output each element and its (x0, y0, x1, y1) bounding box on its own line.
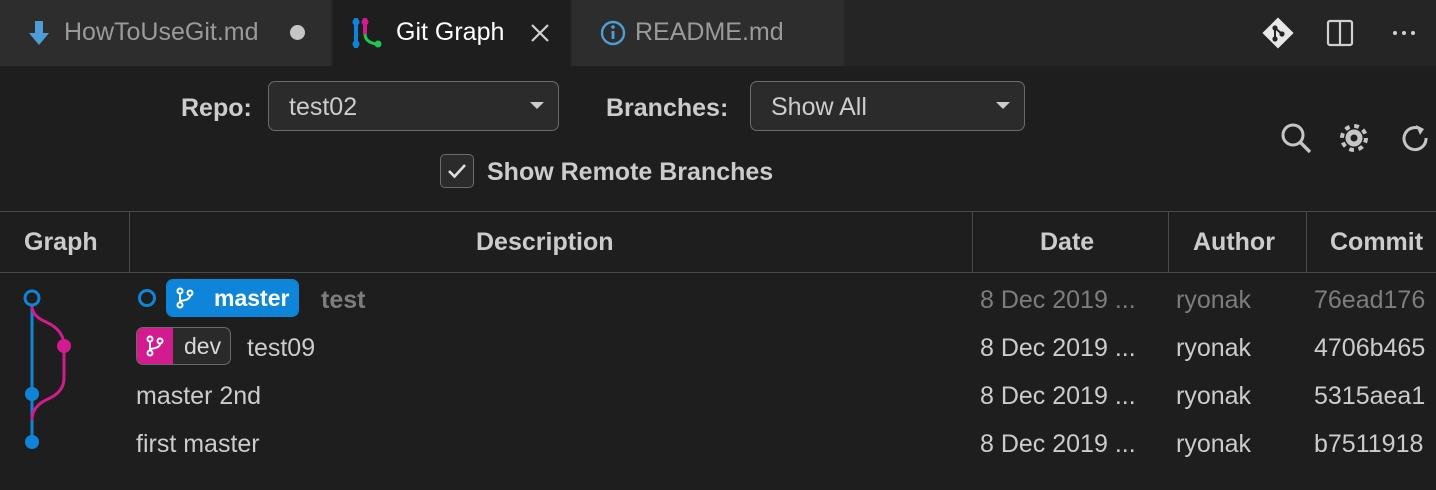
branches-label: Branches: (606, 94, 729, 122)
commit-description[interactable]: test09 (247, 334, 315, 363)
commit-hash[interactable]: 5315aea1 (1314, 382, 1425, 411)
commit-date[interactable]: 8 Dec 2019 ... (980, 286, 1136, 315)
branch-badge-dev[interactable]: dev (136, 327, 232, 365)
git-icon[interactable] (1260, 15, 1296, 51)
info-icon (600, 20, 626, 46)
branch-icon (137, 328, 173, 364)
column-header-date[interactable]: Date (1040, 228, 1094, 257)
tab-git-graph[interactable]: Git Graph (333, 0, 570, 66)
more-actions-icon[interactable] (1386, 15, 1422, 51)
column-header-graph[interactable]: Graph (24, 228, 98, 257)
checkmark-icon (448, 164, 466, 179)
commit-date[interactable]: 8 Dec 2019 ... (980, 382, 1136, 411)
refresh-icon[interactable] (1398, 121, 1432, 155)
tab-label: Git Graph (396, 18, 505, 46)
commit-description[interactable]: master 2nd (136, 382, 261, 411)
branch-name: master (203, 280, 299, 316)
head-indicator-icon (138, 289, 156, 307)
commit-author[interactable]: ryonak (1176, 334, 1251, 363)
commit-author[interactable]: ryonak (1176, 286, 1251, 315)
commit-hash[interactable]: 76ead176 (1314, 286, 1425, 315)
commit-node[interactable] (23, 289, 41, 307)
commit-hash[interactable]: b7511918 (1314, 430, 1423, 459)
column-divider[interactable] (972, 212, 973, 273)
column-divider[interactable] (1306, 212, 1307, 273)
unsaved-dot-icon[interactable] (290, 25, 305, 40)
column-header-commit[interactable]: Commit (1330, 228, 1423, 257)
repo-dropdown[interactable]: test02 (268, 81, 559, 131)
commit-description[interactable]: test (321, 286, 365, 315)
search-icon[interactable] (1279, 121, 1313, 155)
branches-value: Show All (771, 93, 867, 121)
column-header-description[interactable]: Description (476, 228, 614, 257)
repo-value: test02 (289, 93, 358, 121)
show-remote-branches-label[interactable]: Show Remote Branches (487, 158, 773, 187)
commit-date[interactable]: 8 Dec 2019 ... (980, 334, 1136, 363)
branch-name: dev (184, 333, 222, 359)
column-divider[interactable] (1168, 212, 1169, 273)
commit-description[interactable]: first master (136, 430, 260, 459)
tab-label: HowToUseGit.md (64, 18, 259, 46)
tab-readme[interactable]: README.md (572, 0, 844, 66)
settings-gear-icon[interactable] (1337, 121, 1371, 155)
branches-dropdown[interactable]: Show All (750, 81, 1025, 131)
commit-node[interactable] (25, 435, 39, 449)
table-top-border (0, 211, 1436, 212)
commit-node[interactable] (25, 387, 39, 401)
chevron-down-icon (530, 102, 544, 109)
tab-label: README.md (635, 18, 784, 46)
commit-author[interactable]: ryonak (1176, 382, 1251, 411)
column-header-author[interactable]: Author (1193, 228, 1275, 257)
commit-hash[interactable]: 4706b465 (1314, 334, 1425, 363)
download-arrow-icon (29, 21, 49, 45)
commit-date[interactable]: 8 Dec 2019 ... (980, 430, 1136, 459)
branch-icon (167, 280, 203, 316)
git-graph-icon (352, 18, 382, 48)
commit-node[interactable] (57, 339, 71, 353)
tab-howtousegit[interactable]: HowToUseGit.md (0, 0, 331, 66)
dev-branch-line (30, 298, 66, 421)
chevron-down-icon (996, 102, 1010, 109)
split-editor-icon[interactable] (1322, 15, 1358, 51)
show-remote-branches-checkbox[interactable] (440, 154, 474, 188)
repo-label: Repo: (181, 94, 252, 122)
table-header-border (0, 272, 1436, 273)
editor-tab-bar: HowToUseGit.md Git Graph README.md (0, 0, 1436, 66)
commit-graph (23, 289, 71, 449)
commit-author[interactable]: ryonak (1176, 430, 1251, 459)
branch-badge-master[interactable]: master (166, 279, 300, 317)
close-icon[interactable] (527, 20, 553, 46)
column-divider[interactable] (129, 212, 130, 273)
